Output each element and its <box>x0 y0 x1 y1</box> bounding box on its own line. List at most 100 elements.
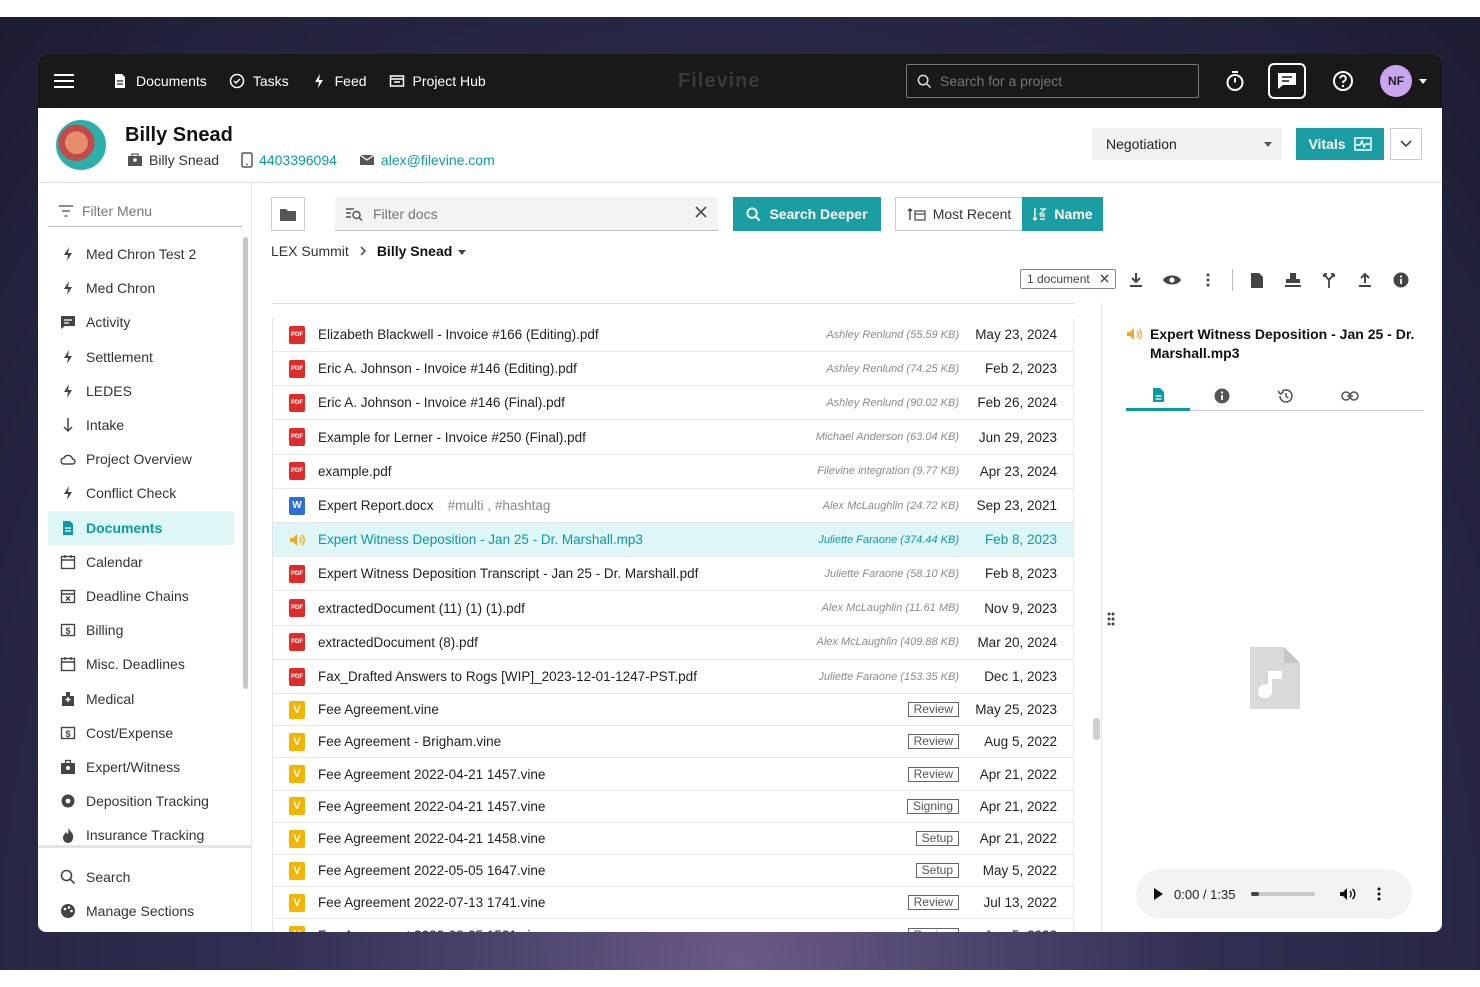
table-row[interactable]: PDF Expert Witness Deposition Transcript … <box>272 557 1074 592</box>
table-row[interactable]: PDF Example for Lerner - Invoice #250 (Fi… <box>272 420 1074 455</box>
table-row[interactable]: V Fee Agreement 2022-04-21 1457.vine Signi… <box>272 790 1074 823</box>
sidebar-item-insurance-tracking[interactable]: Insurance Tracking <box>48 818 234 845</box>
sidebar-item-activity[interactable]: Activity <box>48 305 234 339</box>
document-actions <box>1118 266 1419 294</box>
sidebar-item-deadline-chains[interactable]: Deadline Chains <box>48 579 234 613</box>
user-menu-caret-icon[interactable] <box>1419 79 1427 84</box>
sidebar-item-conflict-check[interactable]: Conflict Check <box>48 476 234 510</box>
table-row[interactable]: V Fee Agreement 2022-07-13 1741.vine Revie… <box>272 887 1074 920</box>
status-badge: Review <box>907 766 959 782</box>
filter-docs-box[interactable] <box>335 197 718 231</box>
play-icon[interactable] <box>1152 887 1164 901</box>
client-email[interactable]: alex@filevine.com <box>359 152 495 168</box>
sidebar-footer-item-search[interactable]: Search <box>38 860 251 894</box>
file-date: Aug 5, 2022 <box>973 928 1073 932</box>
nav-feed[interactable]: Feed <box>311 73 367 89</box>
sidebar-footer-item-manage-sections[interactable]: Manage Sections <box>38 894 251 928</box>
sidebar-item-misc-deadlines[interactable]: Misc. Deadlines <box>48 647 234 681</box>
sidebar-item-deposition-tracking[interactable]: Deposition Tracking <box>48 784 234 818</box>
more-options-button[interactable] <box>1190 266 1226 294</box>
table-row[interactable]: V Fee Agreement 2022-08-05 1521.vine Revie… <box>272 919 1074 932</box>
tab-links[interactable] <box>1318 381 1382 411</box>
file-tags[interactable]: #multi , #hashtag <box>448 498 551 513</box>
new-document-button[interactable] <box>1239 266 1275 294</box>
sidebar-item-medical[interactable]: Medical <box>48 681 234 715</box>
table-row[interactable]: PDF Fax_Drafted Answers to Rogs [WIP]_202… <box>272 660 1074 694</box>
timer-button[interactable] <box>1216 63 1254 99</box>
phase-dropdown[interactable]: Negotiation <box>1092 128 1282 160</box>
table-row[interactable]: PDF extractedDocument (8).pdf Alex McLaugh… <box>272 625 1074 660</box>
document-icon <box>115 74 125 88</box>
stamp-button[interactable] <box>1275 266 1311 294</box>
pdf-file-icon: PDF <box>289 564 305 583</box>
briefcase-icon <box>60 759 76 775</box>
sidebar-item-med-chron-test-2[interactable]: Med Chron Test 2 <box>48 237 234 271</box>
nav-tasks[interactable]: Tasks <box>229 73 289 89</box>
vitals-button[interactable]: Vitals <box>1296 128 1384 160</box>
messages-button[interactable] <box>1268 63 1306 99</box>
table-row[interactable]: V Fee Agreement.vine Review May 25, 2023 <box>272 694 1074 727</box>
sidebar-item-calendar[interactable]: Calendar <box>48 545 234 579</box>
nav-documents[interactable]: Documents <box>112 73 207 89</box>
merge-button[interactable] <box>1311 266 1347 294</box>
folder-button[interactable] <box>271 197 305 231</box>
more-vertical-icon[interactable] <box>1377 887 1381 901</box>
breadcrumb-root[interactable]: LEX Summit <box>271 243 349 259</box>
table-row[interactable]: V Fee Agreement 2022-04-21 1457.vine Revie… <box>272 758 1074 791</box>
hamburger-menu-button[interactable] <box>38 54 90 108</box>
sidebar-item-project-overview[interactable]: Project Overview <box>48 442 234 476</box>
table-row[interactable]: PDF example.pdf Filevine integration (9.77… <box>272 454 1074 489</box>
dollar-icon: $ <box>60 725 76 741</box>
client-phone[interactable]: 4403396094 <box>241 152 337 168</box>
file-list-scrollbar[interactable] <box>1093 718 1100 740</box>
info-button[interactable] <box>1383 266 1419 294</box>
project-search-box[interactable] <box>906 64 1199 98</box>
status-badge: Review <box>907 702 959 718</box>
sidebar-item-settlement[interactable]: Settlement <box>48 340 234 374</box>
sidebar-item-expert-witness[interactable]: Expert/Witness <box>48 750 234 784</box>
table-row[interactable]: PDF Eric A. Johnson - Invoice #146 (Final… <box>272 386 1074 421</box>
pdf-file-icon: PDF <box>289 428 305 447</box>
project-search-input[interactable] <box>940 73 1180 89</box>
filter-menu-input[interactable]: Filter Menu <box>48 195 242 227</box>
breadcrumb-current[interactable]: Billy Snead <box>377 243 467 259</box>
sidebar-item-cost-expense[interactable]: $ Cost/Expense <box>48 716 234 750</box>
table-row[interactable]: V Fee Agreement - Brigham.vine Review Aug 5… <box>272 726 1074 759</box>
table-row[interactable]: W Expert Report.docx #multi , #hashtag Alex… <box>272 489 1074 523</box>
sidebar-item-documents[interactable]: Documents <box>48 510 234 545</box>
sidebar-scrollbar[interactable] <box>243 237 248 689</box>
client-contact[interactable]: Billy Snead <box>127 152 219 168</box>
sidebar-item-billing[interactable]: $ Billing <box>48 613 234 647</box>
clear-selection-icon[interactable] <box>1100 272 1109 286</box>
pdf-file-icon: PDF <box>289 599 305 618</box>
table-row[interactable]: PDF extractedDocument (11) (1) (1).pdf Ale… <box>272 591 1074 626</box>
tab-document[interactable] <box>1126 381 1190 411</box>
table-row[interactable]: PDF Eric A. Johnson - Invoice #146 (Editi… <box>272 352 1074 387</box>
table-row[interactable]: V Fee Agreement 2022-05-05 1647.vine Setup… <box>272 855 1074 888</box>
tab-info[interactable] <box>1190 381 1254 411</box>
help-button[interactable] <box>1324 63 1362 99</box>
sidebar-item-med-chron[interactable]: Med Chron <box>48 271 234 305</box>
nav-project-hub[interactable]: Project Hub <box>389 73 486 89</box>
sort-most-recent-button[interactable]: Most Recent <box>895 197 1023 231</box>
player-seek-bar[interactable] <box>1251 892 1316 896</box>
sort-name-button[interactable]: Name <box>1022 197 1103 231</box>
table-row[interactable]: V Fee Agreement 2022-04-21 1458.vine Setup… <box>272 823 1074 855</box>
table-row[interactable]: Expert Witness Deposition - Jan 25 - Dr.… <box>272 523 1074 558</box>
tab-history[interactable] <box>1254 381 1318 411</box>
header-expand-button[interactable] <box>1390 128 1422 160</box>
close-icon[interactable] <box>694 205 708 224</box>
contact-card-icon <box>128 153 142 166</box>
file-date: Sep 23, 2021 <box>976 498 1057 513</box>
preview-button[interactable] <box>1154 266 1190 294</box>
upload-button[interactable] <box>1347 266 1383 294</box>
volume-icon[interactable] <box>1339 887 1357 901</box>
more-vertical-icon <box>1206 273 1210 287</box>
sidebar-item-intake[interactable]: Intake <box>48 408 234 442</box>
download-button[interactable] <box>1118 266 1154 294</box>
table-row[interactable]: PDF Elizabeth Blackwell - Invoice #166 (E… <box>272 318 1074 352</box>
user-avatar[interactable]: NF <box>1380 65 1412 97</box>
search-deeper-button[interactable]: Search Deeper <box>733 197 881 231</box>
filter-docs-input[interactable] <box>373 205 683 222</box>
sidebar-item-ledes[interactable]: LEDES <box>48 374 234 408</box>
